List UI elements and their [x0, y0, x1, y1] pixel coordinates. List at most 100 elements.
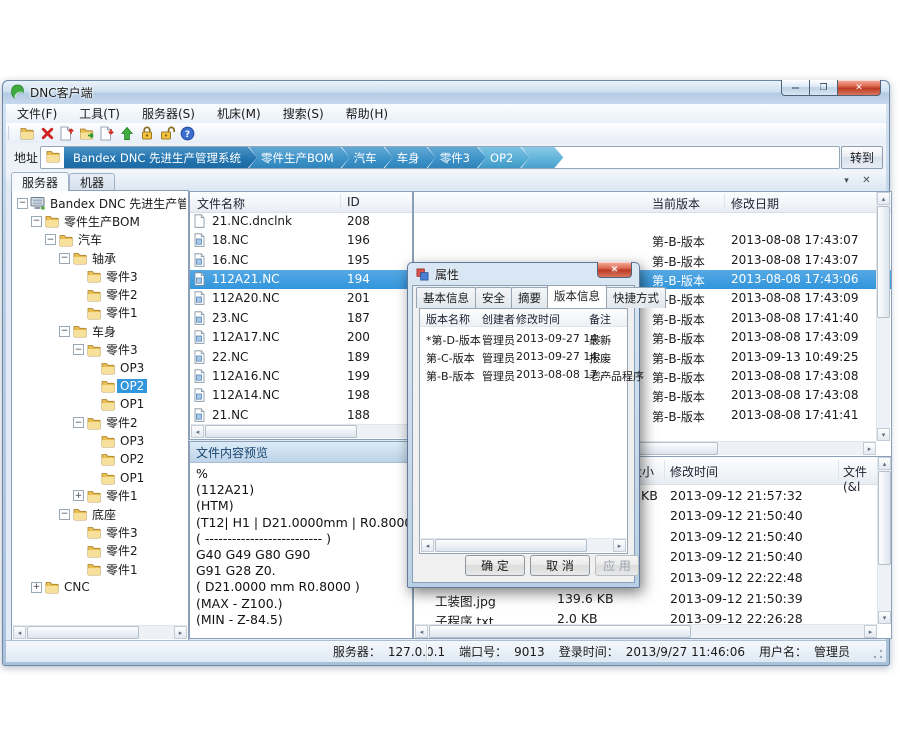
- column-divider[interactable]: [838, 460, 839, 480]
- version-list-header[interactable]: 当前版本 修改日期: [414, 192, 891, 213]
- send-folder-icon[interactable]: [77, 124, 97, 142]
- checkout-file-icon[interactable]: [97, 124, 117, 142]
- tree-item-OP3[interactable]: OP3: [14, 432, 186, 450]
- table-row[interactable]: 工装图.jpg139.6 KB2013-09-12 21:50:39: [414, 589, 877, 610]
- table-row[interactable]: 21.NC.dnclnk208: [190, 212, 412, 231]
- menu-item-4[interactable]: 机床(M): [206, 104, 272, 123]
- tree-item-OP1[interactable]: OP1: [14, 468, 186, 486]
- tree-item-轴承[interactable]: −轴承: [14, 249, 186, 267]
- column-time[interactable]: 修改时间: [670, 463, 718, 480]
- scroll-up-icon[interactable]: [877, 192, 890, 205]
- scroll-right-icon[interactable]: [613, 539, 626, 552]
- scroll-left-icon[interactable]: [421, 539, 434, 552]
- resize-grip[interactable]: [872, 648, 884, 660]
- table-row[interactable]: 第-C-版本管理员2013-09-27 14:...报废: [420, 348, 627, 366]
- expand-icon[interactable]: +: [31, 582, 42, 593]
- tab-服务器[interactable]: 服务器: [11, 172, 69, 191]
- tree-item-零件2[interactable]: −零件2: [14, 414, 186, 432]
- menu-item-5[interactable]: 搜索(S): [272, 104, 335, 123]
- table-row[interactable]: 22.NC189: [190, 348, 412, 367]
- tree-item-零件1[interactable]: 零件1: [14, 560, 186, 578]
- breadcrumb-segment[interactable]: Bandex DNC 先进生产管理系统: [64, 147, 257, 168]
- tree-hscrollbar[interactable]: [13, 625, 187, 639]
- table-row[interactable]: 21.NC188: [190, 406, 412, 425]
- column-modified-date[interactable]: 修改日期: [731, 195, 779, 212]
- tree-hscroll-thumb[interactable]: [27, 626, 139, 639]
- scroll-left-icon[interactable]: [191, 425, 204, 438]
- tree-item-CNC[interactable]: +CNC: [14, 578, 186, 596]
- breadcrumb-segment[interactable]: 零件3: [428, 147, 486, 168]
- file-list-header[interactable]: 文件名称 ID: [190, 192, 412, 213]
- table-row[interactable]: 16.NC195: [190, 251, 412, 270]
- table-row[interactable]: 18.NC196: [190, 231, 412, 250]
- scroll-right-icon[interactable]: [174, 626, 187, 639]
- column-divider[interactable]: [664, 460, 665, 480]
- breadcrumb-segment[interactable]: 零件生产BOM: [249, 147, 350, 168]
- attach-vscrollbar[interactable]: [877, 457, 891, 624]
- table-row[interactable]: 23.NC187: [190, 309, 412, 328]
- table-row[interactable]: 112A16.NC199: [190, 367, 412, 386]
- column-file-name[interactable]: 文件名称: [197, 195, 245, 212]
- tree-item-零件2[interactable]: 零件2: [14, 542, 186, 560]
- collapse-icon[interactable]: −: [73, 344, 84, 355]
- tree-item-OP2[interactable]: OP2: [14, 450, 186, 468]
- tree-item-零件3[interactable]: 零件3: [14, 267, 186, 285]
- close-button[interactable]: [837, 80, 881, 96]
- help-icon[interactable]: ?: [177, 124, 197, 142]
- dialog-tab-基本信息[interactable]: 基本信息: [416, 287, 476, 308]
- menu-item-6[interactable]: 帮助(H): [335, 104, 399, 123]
- tree-item-零件1[interactable]: +零件1: [14, 487, 186, 505]
- cancel-button[interactable]: 取 消: [530, 555, 590, 576]
- upload-icon[interactable]: [117, 124, 137, 142]
- attach-vscroll-thumb[interactable]: [878, 471, 891, 565]
- delete-icon[interactable]: [37, 124, 57, 142]
- dialog-hscrollbar[interactable]: [421, 538, 626, 552]
- scroll-up-icon[interactable]: [878, 457, 891, 470]
- column-creator[interactable]: 创建者: [482, 311, 515, 327]
- title-bar[interactable]: DNC客户端: [3, 81, 889, 104]
- dialog-tab-快捷方式[interactable]: 快捷方式: [606, 287, 666, 308]
- collapse-icon[interactable]: −: [73, 417, 84, 428]
- tree-item-OP2[interactable]: OP2: [14, 377, 186, 395]
- attach-hscroll-thumb[interactable]: [429, 625, 691, 638]
- tab-机器[interactable]: 机器: [69, 173, 115, 191]
- scroll-down-icon[interactable]: [877, 428, 890, 441]
- dialog-hscroll-thumb[interactable]: [435, 539, 587, 552]
- close-icon[interactable]: [859, 174, 874, 187]
- tree-item-底座[interactable]: −底座: [14, 505, 186, 523]
- collapse-icon[interactable]: −: [59, 326, 70, 337]
- tree-item-零件3[interactable]: −零件3: [14, 340, 186, 358]
- table-row[interactable]: 112A21.NC194: [190, 270, 412, 289]
- tree-item-零件生产BOM[interactable]: −零件生产BOM: [14, 212, 186, 230]
- column-modify-time[interactable]: 修改时间: [516, 311, 560, 327]
- expand-icon[interactable]: +: [73, 490, 84, 501]
- chevron-down-icon[interactable]: [839, 174, 854, 187]
- tree-item-OP3[interactable]: OP3: [14, 359, 186, 377]
- collapse-icon[interactable]: −: [59, 509, 70, 520]
- collapse-icon[interactable]: −: [45, 234, 56, 245]
- menu-item-2[interactable]: 工具(T): [68, 104, 131, 123]
- table-row[interactable]: [414, 212, 891, 231]
- dialog-title-bar[interactable]: 属性: [408, 263, 639, 285]
- column-divider[interactable]: [724, 194, 725, 210]
- table-row[interactable]: 112A17.NC200: [190, 328, 412, 347]
- unlock-icon[interactable]: [157, 124, 177, 142]
- table-row[interactable]: 112A20.NC201: [190, 289, 412, 308]
- column-current-version[interactable]: 当前版本: [652, 195, 700, 212]
- checkin-file-icon[interactable]: [57, 124, 77, 142]
- tree-item-车身[interactable]: −车身: [14, 322, 186, 340]
- new-folder-icon[interactable]: [17, 124, 37, 142]
- table-row[interactable]: *第-D-版本管理员2013-09-27 14:...最新: [420, 330, 627, 348]
- collapse-icon[interactable]: −: [59, 253, 70, 264]
- scroll-left-icon[interactable]: [13, 626, 26, 639]
- tree-item-OP1[interactable]: OP1: [14, 395, 186, 413]
- column-version-name[interactable]: 版本名称: [426, 311, 470, 327]
- maximize-button[interactable]: [810, 80, 837, 96]
- file-hscroll-thumb[interactable]: [205, 425, 357, 438]
- table-row[interactable]: 第-B-版本管理员2013-08-08 17:...老产品程序: [420, 366, 627, 384]
- tree-item-Bandex DNC 先进生产管理系统[interactable]: −Bandex DNC 先进生产管理系统: [14, 194, 186, 212]
- file-hscrollbar[interactable]: [191, 424, 411, 438]
- menu-item-1[interactable]: 文件(F): [6, 104, 68, 123]
- collapse-icon[interactable]: −: [31, 216, 42, 227]
- menu-item-3[interactable]: 服务器(S): [131, 104, 206, 123]
